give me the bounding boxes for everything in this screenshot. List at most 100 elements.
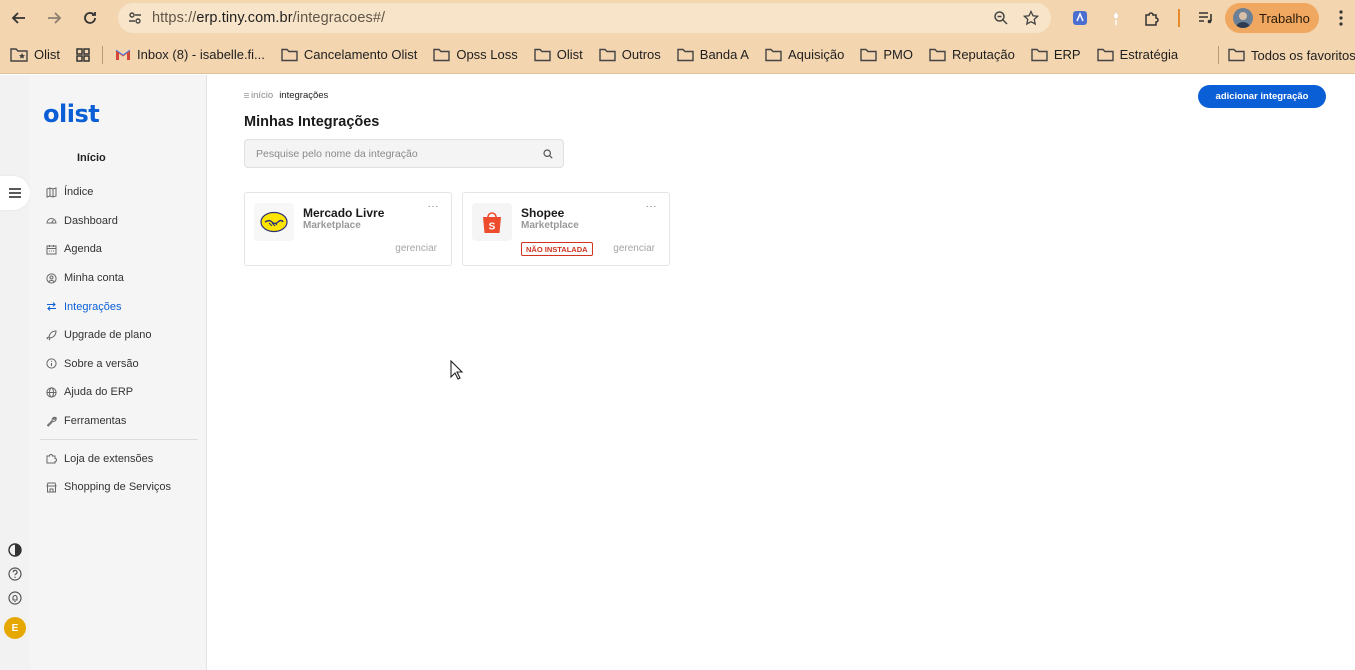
svg-text:S: S xyxy=(489,222,496,233)
bookmark-pmo[interactable]: PMO xyxy=(852,41,921,69)
folder-icon xyxy=(929,48,946,61)
url-path: /integracoes#/ xyxy=(292,10,386,26)
sidebar-item-ferramentas[interactable]: Ferramentas xyxy=(40,407,198,436)
media-control-button[interactable] xyxy=(1188,0,1224,36)
folder-star-icon xyxy=(10,48,28,62)
bookmark-olist-apps[interactable]: Olist xyxy=(0,41,68,69)
search-input[interactable] xyxy=(245,147,533,160)
integration-name: Shopee xyxy=(521,206,565,220)
forward-button[interactable] xyxy=(36,0,72,36)
folder-icon xyxy=(534,48,551,61)
puzzle-piece-icon xyxy=(1145,12,1159,26)
address-bar[interactable]: https://erp.tiny.com.br/integracoes#/ xyxy=(118,3,1051,33)
playlist-music-icon xyxy=(1199,12,1212,24)
bookmarks-separator xyxy=(102,45,103,64)
bookmark-label: Estratégia xyxy=(1119,47,1179,62)
store-icon xyxy=(46,482,57,493)
sidebar-item-sobre-a-versao[interactable]: Sobre a versão xyxy=(40,350,198,379)
gmail-icon xyxy=(115,49,131,60)
folder-icon xyxy=(677,48,694,61)
integration-card-mercado-livre[interactable]: Mercado Livre Marketplace ··· gerenciar xyxy=(244,192,452,266)
bookmark-erp[interactable]: ERP xyxy=(1023,41,1089,69)
drive-extension-icon xyxy=(1073,11,1087,25)
sidebar-item-integracoes[interactable]: Integrações xyxy=(40,292,198,321)
all-bookmarks-button[interactable]: Todos os favoritos xyxy=(1220,41,1355,69)
sidebar-item-label: Agenda xyxy=(64,243,102,256)
extension-pin-button[interactable] xyxy=(1098,0,1134,36)
bookmark-star-icon[interactable] xyxy=(1023,10,1039,26)
calendar-icon xyxy=(46,244,57,255)
sidebar-item-minha-conta[interactable]: Minha conta xyxy=(40,264,198,293)
add-integration-button[interactable]: adicionar integração xyxy=(1198,85,1326,108)
manage-link[interactable]: gerenciar xyxy=(613,243,655,254)
url-prefix: https:// xyxy=(152,10,197,26)
bookmark-banda-a[interactable]: Banda A xyxy=(669,41,757,69)
bookmark-aquisicao[interactable]: Aquisição xyxy=(757,41,852,69)
search-icon[interactable] xyxy=(533,148,563,159)
pin-extension-icon xyxy=(1112,10,1120,25)
browser-menu-button[interactable] xyxy=(1328,0,1354,36)
sidebar-item-indice[interactable]: Índice xyxy=(40,178,198,207)
reload-button[interactable] xyxy=(72,0,108,36)
more-vertical-icon xyxy=(1339,10,1343,26)
user-circle-icon xyxy=(46,272,57,284)
browser-toolbar: https://erp.tiny.com.br/integracoes#/ Tr… xyxy=(0,0,1355,36)
sidebar-item-upgrade-de-plano[interactable]: Upgrade de plano xyxy=(40,321,198,350)
notifications-icon[interactable] xyxy=(8,591,22,605)
bookmark-estrategia[interactable]: Estratégia xyxy=(1089,41,1187,69)
search-box xyxy=(244,139,564,168)
profile-button[interactable]: Trabalho xyxy=(1225,3,1319,33)
bookmark-reputacao[interactable]: Reputação xyxy=(921,41,1023,69)
extension-drive-button[interactable] xyxy=(1062,0,1098,36)
contrast-icon[interactable] xyxy=(8,543,22,557)
icon-rail: E xyxy=(0,75,30,670)
bookmark-apps[interactable] xyxy=(68,41,98,69)
card-options-button[interactable]: ··· xyxy=(646,201,658,212)
folder-icon xyxy=(281,48,298,61)
sidebar-item-agenda[interactable]: Agenda xyxy=(40,235,198,264)
site-settings-icon[interactable] xyxy=(118,10,152,26)
folder-icon xyxy=(860,48,878,61)
sidebar-item-label: Índice xyxy=(64,186,94,199)
shopee-logo: S xyxy=(472,203,512,241)
sidebar-item-shopping-de-servicos[interactable]: Shopping de Serviços xyxy=(40,473,198,502)
bookmark-label: Olist xyxy=(34,47,60,62)
folder-icon xyxy=(1031,48,1048,61)
bookmark-label: Reputação xyxy=(951,47,1015,62)
wrench-icon xyxy=(46,416,57,427)
user-avatar[interactable]: E xyxy=(4,617,26,639)
toolbar-separator xyxy=(1178,9,1180,27)
bookmark-opss-loss[interactable]: Opss Loss xyxy=(425,41,525,69)
integration-type: Marketplace xyxy=(303,220,361,231)
extensions-area xyxy=(1062,0,1224,36)
folder-icon xyxy=(1228,48,1245,62)
zoom-icon[interactable] xyxy=(993,10,1009,26)
folder-icon xyxy=(433,48,451,61)
mercado-livre-logo xyxy=(254,203,294,241)
sidebar-item-loja-de-extensoes[interactable]: Loja de extensões xyxy=(40,444,198,473)
sidebar-item-label: Upgrade de plano xyxy=(64,329,152,342)
integration-type: Marketplace xyxy=(521,220,579,231)
back-button[interactable] xyxy=(1,0,37,36)
bookmark-olist[interactable]: Olist xyxy=(526,41,591,69)
sidebar-item-label: Ferramentas xyxy=(64,415,127,428)
extensions-menu-button[interactable] xyxy=(1134,0,1170,36)
menu-lines-icon xyxy=(244,93,249,98)
sidebar-item-ajuda-do-erp[interactable]: Ajuda do ERP xyxy=(40,378,198,407)
card-options-button[interactable]: ··· xyxy=(428,201,440,212)
help-icon[interactable] xyxy=(8,567,22,581)
manage-link[interactable]: gerenciar xyxy=(395,243,437,254)
sidebar-item-dashboard[interactable]: Dashboard xyxy=(40,207,198,236)
bookmark-inbox[interactable]: Inbox (8) - isabelle.fi... xyxy=(107,41,273,69)
url-host: erp.tiny.com.br xyxy=(196,10,293,26)
sidebar-item-label: Sobre a versão xyxy=(64,357,139,370)
integration-card-shopee[interactable]: S Shopee Marketplace NÃO INSTALADA ··· g… xyxy=(462,192,670,266)
bookmarks-bar: Olist Inbox (8) - isabelle.fi... Cancela… xyxy=(0,36,1355,74)
bookmark-cancelamento-olist[interactable]: Cancelamento Olist xyxy=(273,41,425,69)
profile-avatar xyxy=(1233,8,1253,28)
bookmark-outros[interactable]: Outros xyxy=(591,41,669,69)
bookmark-label: Olist xyxy=(556,47,583,62)
sidebar-item-label: Dashboard xyxy=(64,214,118,227)
olist-logo[interactable]: olist xyxy=(43,100,100,128)
breadcrumb-home[interactable]: início xyxy=(244,90,273,101)
